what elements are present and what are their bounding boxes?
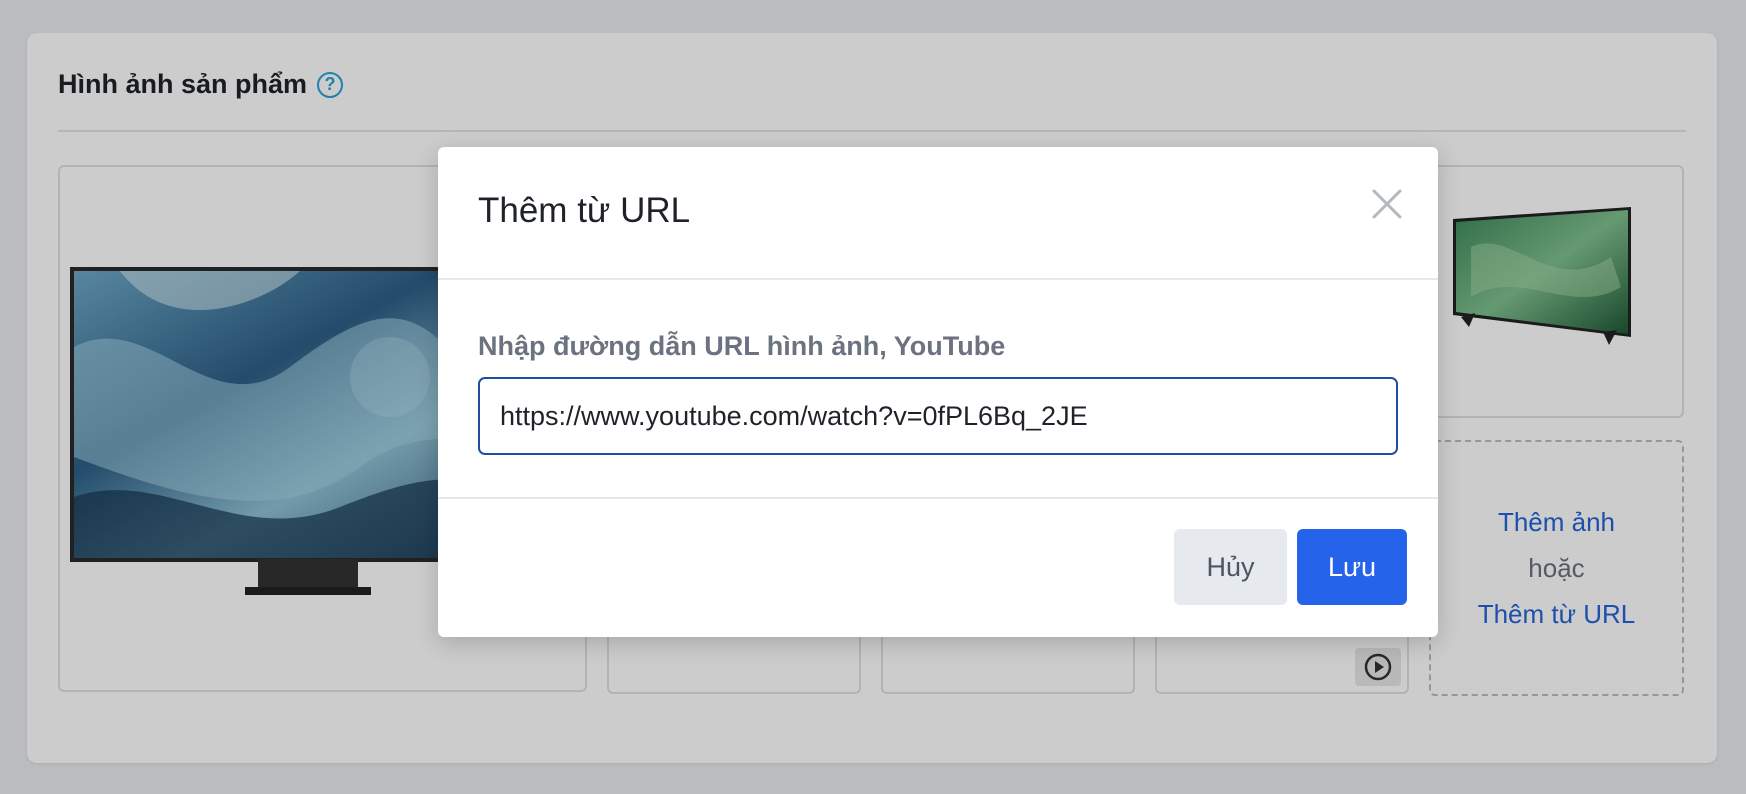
modal-title: Thêm từ URL xyxy=(478,191,691,230)
modal-header-divider xyxy=(438,278,1438,280)
url-input[interactable] xyxy=(478,377,1398,455)
add-from-url-modal: Thêm từ URL Nhập đường dẫn URL hình ảnh,… xyxy=(438,147,1438,637)
url-field-label: Nhập đường dẫn URL hình ảnh, YouTube xyxy=(478,331,1006,361)
save-button[interactable]: Lưu xyxy=(1297,529,1407,605)
modal-footer-divider xyxy=(438,497,1438,499)
cancel-button[interactable]: Hủy xyxy=(1174,529,1287,605)
close-icon[interactable] xyxy=(1370,187,1404,221)
